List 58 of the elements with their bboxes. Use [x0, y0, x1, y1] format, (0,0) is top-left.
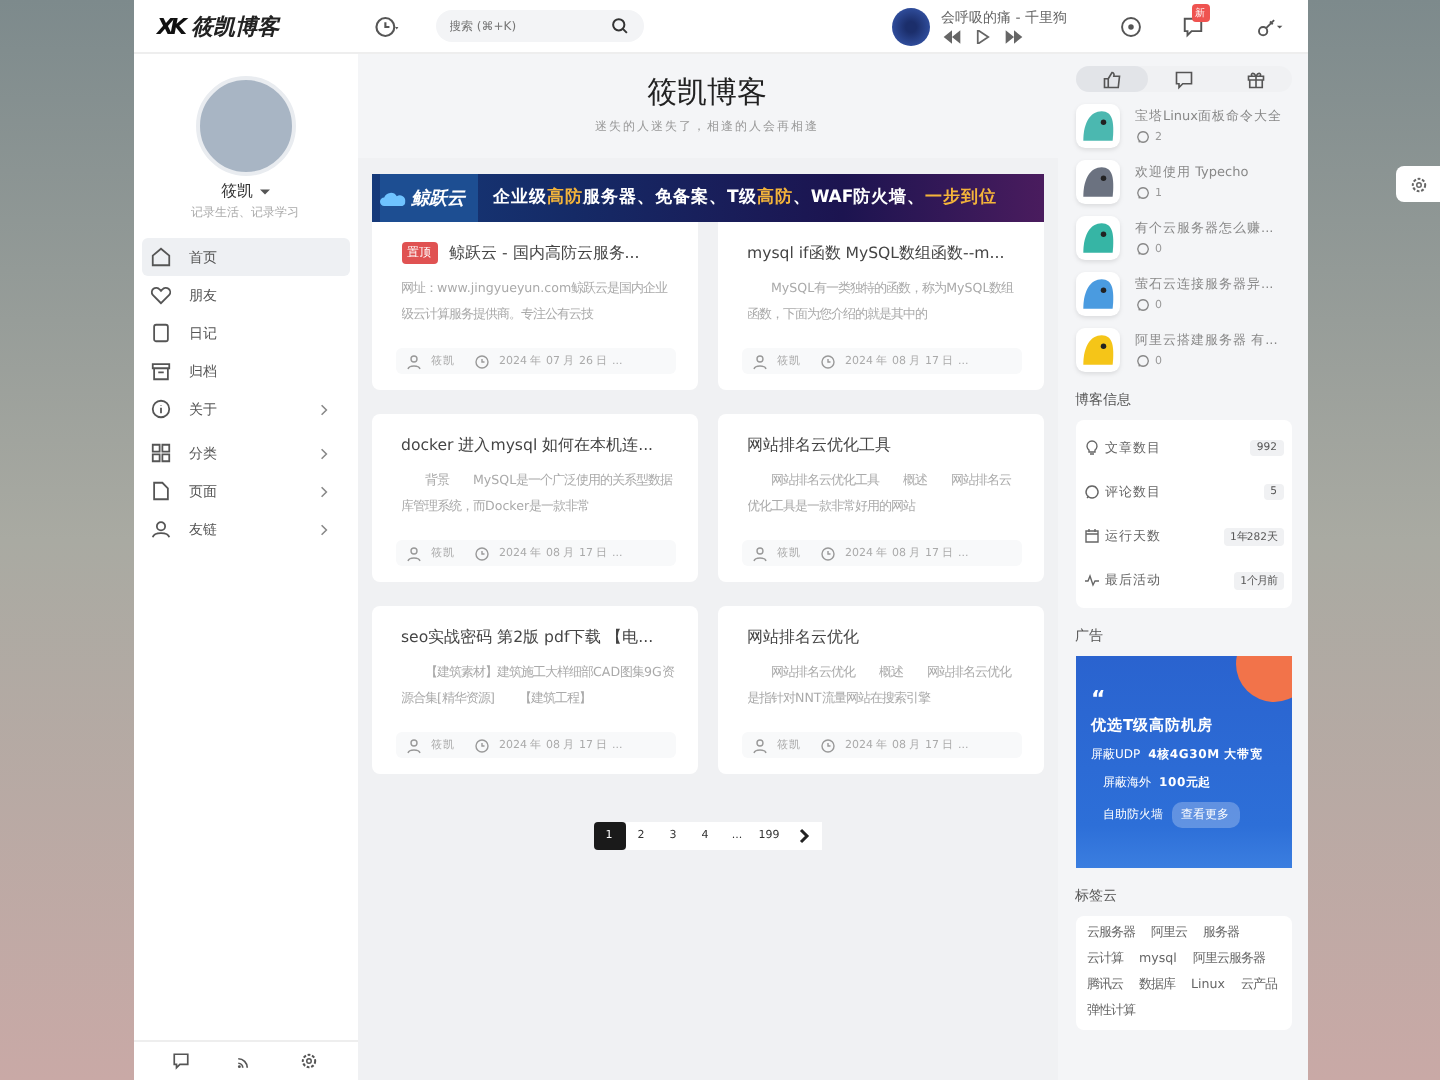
thumb-icon [1101, 69, 1121, 89]
message-icon[interactable] [1181, 15, 1203, 37]
settings-icon [1409, 175, 1427, 193]
calendar-icon [1083, 528, 1099, 544]
comment-icon [1173, 69, 1193, 89]
clock-icon[interactable] [373, 13, 399, 39]
avatar [195, 76, 295, 176]
pulse-icon [1083, 572, 1099, 588]
album-cover [891, 7, 930, 45]
user-icon [751, 737, 767, 753]
grid-icon [149, 442, 171, 464]
next-icon[interactable] [1003, 30, 1024, 44]
book-icon [149, 322, 171, 344]
settings-button[interactable] [1396, 166, 1440, 202]
user-icon [405, 545, 421, 561]
banner-brand: 鲸跃云 [379, 174, 477, 222]
clock-icon [819, 737, 835, 753]
mascot-thumbnail[interactable] [1075, 272, 1119, 316]
user-icon [149, 518, 171, 540]
user-icon [751, 353, 767, 369]
home-icon [149, 246, 171, 268]
user-icon [751, 545, 767, 561]
mascot-thumbnail[interactable] [1075, 104, 1119, 148]
ad-banner[interactable]: 鲸跃云 企业级高防服务器、免备案、T级高防、WAF防火墙、一步到位 [371, 174, 1043, 222]
sidebar-tab[interactable] [1075, 66, 1147, 92]
cloud-icon [379, 189, 407, 207]
heart-icon [149, 284, 171, 306]
clock-icon [473, 353, 489, 369]
mascot-thumbnail[interactable] [1075, 160, 1119, 204]
bulb-icon [1083, 440, 1099, 456]
profile-name[interactable]: 筱凯 [221, 180, 253, 202]
previous-icon[interactable] [941, 30, 962, 44]
page-icon [149, 480, 171, 502]
rss-icon[interactable] [236, 1052, 254, 1070]
quote-mark: “ [1091, 692, 1108, 708]
clock-icon [473, 545, 489, 561]
mascot-thumbnail[interactable] [1075, 216, 1119, 260]
user-icon [405, 737, 421, 753]
user-icon [405, 353, 421, 369]
target-icon[interactable] [1119, 15, 1141, 37]
info-icon [149, 398, 171, 420]
archive-icon [149, 360, 171, 382]
comment-icon[interactable] [172, 1052, 190, 1070]
next-page-icon[interactable] [785, 822, 821, 850]
clock-icon [473, 737, 489, 753]
clock-icon [819, 545, 835, 561]
site-title: 筱凯博客 [647, 74, 767, 112]
banner-slogan: 企业级高防服务器、免备案、T级高防、WAF防火墙、一步到位 [493, 186, 998, 210]
key-icon[interactable] [1255, 15, 1283, 37]
gift-icon [1245, 69, 1265, 89]
mascot-thumbnail[interactable] [1075, 328, 1119, 372]
comment-icon [1083, 484, 1099, 500]
search-icon[interactable] [609, 16, 629, 36]
clock-icon [819, 353, 835, 369]
play-icon[interactable] [975, 30, 990, 44]
settings-icon[interactable] [300, 1052, 318, 1070]
caret-icon[interactable] [259, 187, 269, 195]
site-logo[interactable]: XK 筱凯博客 [157, 11, 373, 41]
